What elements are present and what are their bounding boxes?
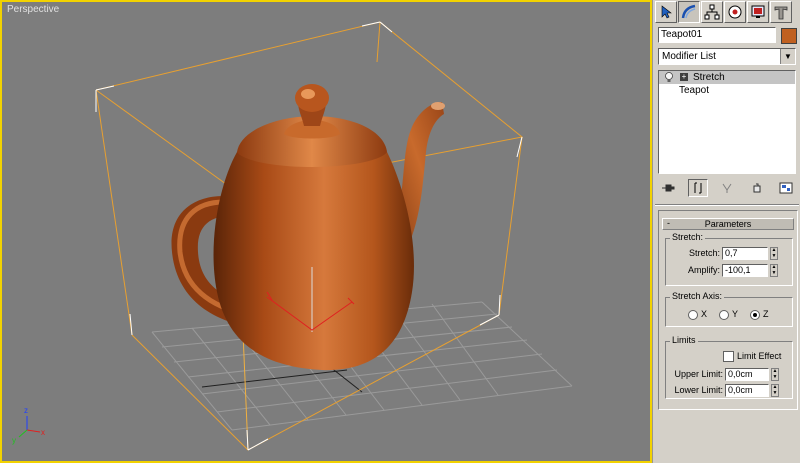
create-tab[interactable] [655, 1, 677, 23]
parameters-rollout-header[interactable]: - Parameters [662, 218, 794, 230]
upper-limit-label: Upper Limit: [674, 369, 723, 379]
stretch-group: Stretch: Stretch: 0,7 ▲ ▼ Amplify: -100,1… [665, 232, 793, 286]
panel-separator [655, 204, 799, 206]
modifier-stack[interactable]: + Stretch Teapot [658, 70, 796, 174]
object-name-field[interactable]: Teapot01 [658, 27, 776, 43]
upper-limit-input[interactable]: 0,0cm [725, 368, 769, 381]
stretch-axis-group: Stretch Axis: X Y Z [665, 291, 793, 327]
utilities-tab[interactable] [770, 1, 792, 23]
configure-sets-icon [779, 182, 793, 194]
configure-sets-button[interactable] [776, 179, 796, 197]
axis-y-label: Y [732, 309, 739, 319]
stack-item-label: Teapot [679, 85, 710, 96]
upper-limit-arrows[interactable]: ▲ ▼ [771, 368, 779, 381]
stack-toolbar [658, 178, 796, 198]
svg-text:z: z [24, 406, 28, 415]
command-panel-tabs [655, 1, 799, 25]
amplify-spinner-arrows[interactable]: ▲ ▼ [770, 264, 778, 277]
rollout-title: Parameters [704, 219, 752, 229]
svg-text:y: y [12, 436, 16, 445]
limit-effect-checkbox[interactable] [723, 351, 734, 362]
show-end-result-icon [694, 182, 701, 194]
object-color-swatch[interactable] [781, 28, 797, 44]
utilities-icon [774, 6, 788, 20]
pointer-icon [661, 5, 672, 19]
modifier-list-label: Modifier List [662, 51, 716, 62]
axis-z-radio[interactable] [750, 310, 760, 320]
perspective-viewport[interactable]: z x y Perspective [0, 0, 652, 463]
expand-icon[interactable]: + [680, 73, 688, 81]
amplify-spinner-input[interactable]: -100,1 [722, 264, 768, 277]
display-icon [751, 5, 765, 18]
viewport-label[interactable]: Perspective [7, 4, 59, 15]
make-unique-icon [722, 183, 732, 193]
display-tab[interactable] [747, 1, 769, 23]
command-panel: Teapot01 Modifier List ▼ + Stretch Teapo… [652, 0, 800, 463]
modifier-list-dropdown[interactable]: Modifier List ▼ [658, 48, 796, 65]
lower-limit-label: Lower Limit: [674, 385, 723, 395]
modify-icon [681, 4, 696, 19]
stretch-label: Stretch: [688, 248, 720, 258]
axis-y-radio[interactable] [719, 310, 729, 320]
group-title: Stretch Axis: [670, 291, 725, 301]
lower-limit-arrows[interactable]: ▲ ▼ [771, 384, 779, 397]
axis-x-radio[interactable] [688, 310, 698, 320]
stretch-spinner-arrows[interactable]: ▲ ▼ [770, 247, 778, 260]
hierarchy-icon [704, 4, 720, 20]
remove-modifier-button[interactable] [747, 179, 767, 197]
limit-effect-label: Limit Effect [737, 351, 782, 361]
chevron-down-icon: ▼ [780, 49, 795, 64]
parameters-rollout: - Parameters Stretch: Stretch: 0,7 ▲ ▼ Am… [658, 210, 798, 410]
make-unique-button[interactable] [717, 179, 737, 197]
remove-modifier-icon [753, 183, 760, 193]
pin-stack-button[interactable] [658, 179, 678, 197]
motion-tab[interactable] [724, 1, 746, 23]
show-end-result-button[interactable] [687, 179, 708, 197]
modify-tab[interactable] [678, 1, 700, 23]
lower-limit-input[interactable]: 0,0cm [725, 384, 769, 397]
view-axis-indicator: z x y [12, 406, 45, 445]
stack-item-teapot[interactable]: Teapot [659, 84, 795, 97]
group-title: Stretch: [670, 232, 706, 242]
lightbulb-icon[interactable] [664, 72, 674, 83]
amplify-label: Amplify: [687, 265, 720, 275]
pin-icon [662, 184, 675, 192]
viewport-scene: z x y [12, 21, 573, 451]
hierarchy-tab[interactable] [701, 1, 723, 23]
group-title: Limits [670, 335, 698, 345]
collapse-icon: - [667, 218, 670, 228]
axis-z-label: Z [763, 309, 769, 319]
stack-item-label: Stretch [693, 72, 725, 83]
limits-group: Limits Limit Effect Upper Limit: 0,0cm ▲… [665, 335, 793, 399]
svg-text:x: x [41, 428, 45, 437]
stretch-spinner-input[interactable]: 0,7 [722, 247, 768, 260]
axis-x-label: X [701, 309, 708, 319]
stack-item-stretch[interactable]: + Stretch [659, 71, 795, 84]
motion-icon [728, 5, 742, 19]
